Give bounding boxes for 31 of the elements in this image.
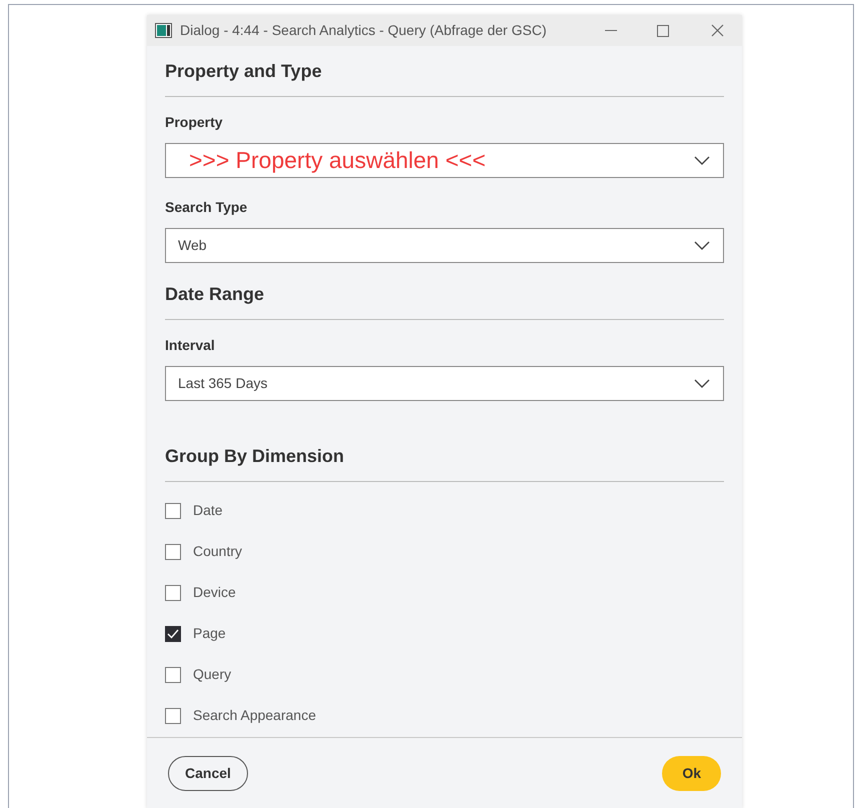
field-label: Property [165,114,223,130]
checkbox[interactable] [165,502,181,518]
section-heading: Date Range [165,284,264,304]
window-title: Dialog - 4:44 - Search Analytics - Query (Abfrage der GSC) [180,21,546,40]
chevron-down-icon [694,241,710,250]
field-label: Search Type [165,199,248,215]
section-heading: Property and Type [165,61,322,81]
chevron-down-icon [694,379,710,388]
checkbox-label: Country [193,542,242,561]
checkbox[interactable] [165,544,181,560]
checkbox[interactable] [165,626,181,642]
checkbox-label: Page [193,624,226,643]
dropdown-field[interactable]: >>> Property auswählen <<< [165,143,724,178]
checkbox-label: Search Appearance [193,706,316,725]
checkbox-label: Query [193,665,232,684]
section-heading: Group By Dimension [165,446,344,466]
checkbox-label: Device [193,583,236,602]
dropdown-field[interactable]: Last 365 Days [165,366,724,401]
field-label: Interval [165,337,215,353]
chevron-down-icon [694,156,710,165]
maximize-icon[interactable] [657,24,669,36]
minimize-icon[interactable] [605,30,617,32]
close-icon[interactable] [711,24,724,37]
checkbox[interactable] [165,584,181,600]
app-icon [155,23,172,38]
ok-button[interactable]: Ok [662,756,721,791]
dropdown-field[interactable]: Web [165,228,724,263]
cancel-button[interactable]: Cancel [168,756,248,791]
checkbox[interactable] [165,708,181,724]
checkbox[interactable] [165,666,181,682]
checkbox-label: Date [193,501,223,520]
